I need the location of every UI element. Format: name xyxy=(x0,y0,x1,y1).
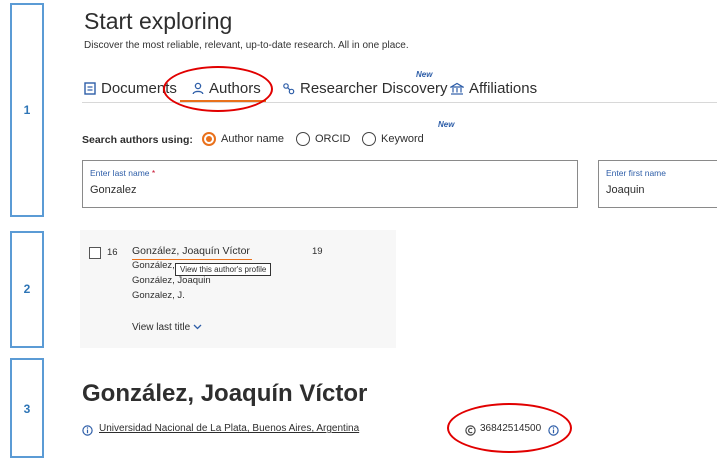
chevron-down-icon xyxy=(193,322,202,333)
page-title: Start exploring xyxy=(84,8,233,34)
step-number: 2 xyxy=(23,282,31,296)
profile-tooltip: View this author's profile xyxy=(175,263,272,276)
last-name-input[interactable] xyxy=(90,184,535,196)
radio-orcid[interactable]: ORCID xyxy=(296,132,350,146)
step-box-3: 3 xyxy=(10,358,44,458)
step-number: 3 xyxy=(23,402,31,416)
tab-authors[interactable]: Authors xyxy=(192,80,261,97)
radio-keyword[interactable]: Keyword xyxy=(362,132,424,146)
affiliation-link[interactable]: Universidad Nacional de La Plata, Buenos… xyxy=(99,423,359,434)
name-variant: González, xyxy=(132,260,175,271)
result-author-link[interactable]: González, Joaquín Víctor xyxy=(132,245,250,257)
search-using-label: Search authors using: xyxy=(82,134,193,146)
first-name-label: Enter first name xyxy=(606,168,666,178)
profile-name: González, Joaquín Víctor xyxy=(82,380,368,407)
name-variant: Gonzalez, J. xyxy=(132,290,185,301)
last-name-field[interactable]: Enter last name * xyxy=(82,160,578,208)
step-box-1: 1 xyxy=(10,3,44,217)
author-id-info-icon[interactable] xyxy=(548,423,559,441)
tab-affiliations[interactable]: Affiliations xyxy=(450,80,537,97)
view-last-title-toggle[interactable]: View last title xyxy=(132,322,202,333)
affiliation-info-icon[interactable] xyxy=(82,423,93,441)
first-name-field[interactable]: Enter first name xyxy=(598,160,717,208)
building-icon xyxy=(450,82,464,95)
name-variant: González, Joaquin xyxy=(132,275,211,286)
result-document-count: 19 xyxy=(312,246,323,257)
view-last-title-label: View last title xyxy=(132,322,191,333)
result-checkbox[interactable] xyxy=(89,247,101,259)
tab-label: Researcher Discovery xyxy=(300,80,448,97)
tab-label: Documents xyxy=(101,80,177,97)
tabs-divider xyxy=(82,102,717,103)
tab-label: Affiliations xyxy=(469,80,538,97)
page-subtitle: Discover the most reliable, relevant, up… xyxy=(84,40,409,51)
document-icon xyxy=(84,82,96,95)
researcher-icon xyxy=(282,82,295,95)
radio-label: ORCID xyxy=(315,133,351,145)
person-icon xyxy=(192,82,204,95)
radio-author-name[interactable]: Author name xyxy=(202,132,284,146)
radio-label: Keyword xyxy=(381,133,424,145)
new-badge-keyword: New xyxy=(438,120,455,129)
author-id: 36842514500 xyxy=(480,423,542,434)
radio-selected-indicator xyxy=(202,132,216,146)
last-name-label: Enter last name * xyxy=(90,168,156,178)
scopus-id-icon xyxy=(465,423,476,441)
tab-researcher-discovery[interactable]: Researcher Discovery xyxy=(282,80,448,97)
radio-label: Author name xyxy=(221,133,284,145)
first-name-input[interactable] xyxy=(606,184,717,196)
tab-documents[interactable]: Documents xyxy=(84,80,177,97)
tab-label: Authors xyxy=(209,80,261,97)
step-number: 1 xyxy=(23,103,31,117)
new-badge-researcher: New xyxy=(416,70,433,79)
step-box-2: 2 xyxy=(10,231,44,348)
radio-indicator xyxy=(362,132,376,146)
radio-indicator xyxy=(296,132,310,146)
result-index: 16 xyxy=(107,247,118,258)
